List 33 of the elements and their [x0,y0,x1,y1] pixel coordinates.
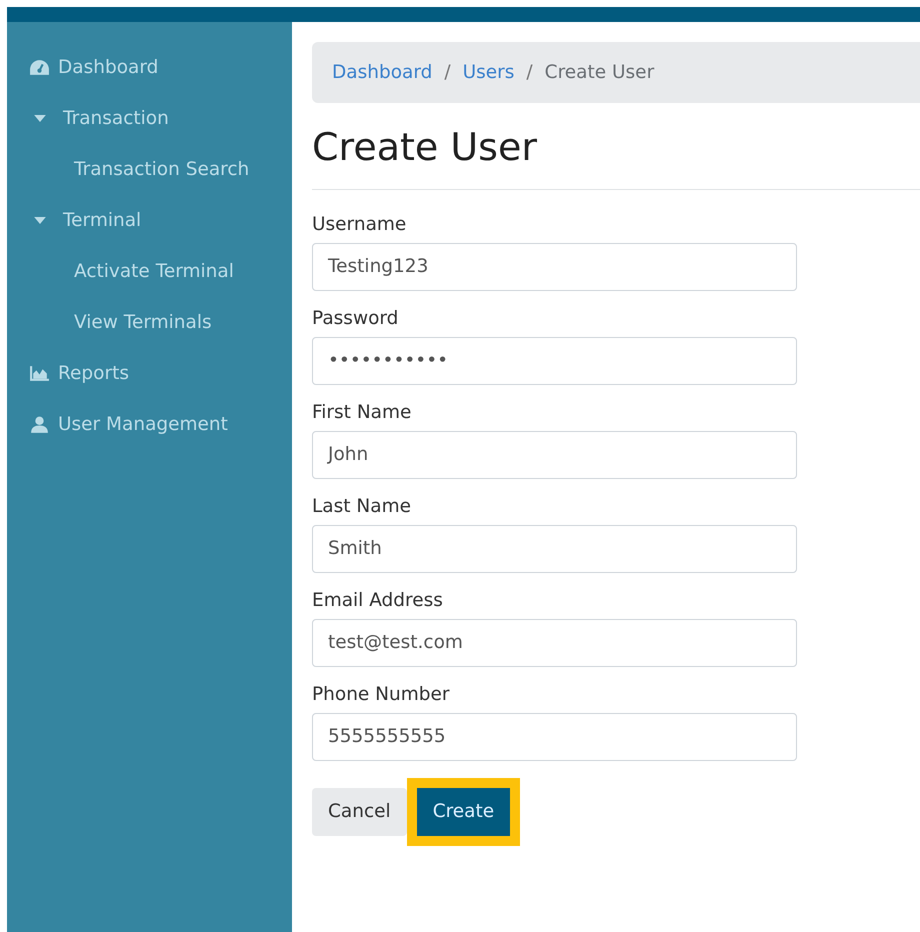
sidebar-subitem[interactable]: Activate Terminal [7,246,292,297]
input-field[interactable]: Smith [312,524,797,573]
field-label: Phone Number [312,684,451,705]
sidebar-subitem[interactable]: Transaction Search [7,144,292,195]
breadcrumb-link[interactable]: Dashboard [332,62,432,83]
form-button[interactable]: Cancel [312,788,407,836]
breadcrumb-separator: / [526,62,533,83]
input-field[interactable]: Testing123 [312,242,797,291]
field-label: Last Name [312,496,412,517]
field-label: Username [312,214,408,235]
sidebar-item[interactable]: Dashboard [7,42,292,93]
sidebar-item[interactable]: Transaction [7,93,292,144]
input-field[interactable]: 5555555555 [312,712,797,761]
field-label: Password [312,308,400,329]
user-icon [29,416,50,433]
sidebar-item[interactable]: Terminal [7,195,292,246]
field-label: Email Address [312,590,444,611]
area-chart-icon [29,365,50,382]
sidebar-item[interactable]: Reports [7,348,292,399]
breadcrumb-link[interactable]: Users [462,62,514,83]
input-field[interactable]: John [312,430,797,479]
field-label: First Name [312,402,412,423]
page-title: Create User [312,127,538,169]
breadcrumb-current: Create User [544,62,654,83]
input-field[interactable]: test@test.com [312,618,797,667]
form-button[interactable]: Create [416,788,510,836]
sidebar-item[interactable]: User Management [7,399,292,450]
input-field[interactable]: ••••••••••• [312,336,797,385]
gauge-icon [29,59,50,76]
caret-icon [34,115,46,122]
caret-icon [34,217,46,224]
sidebar-subitem[interactable]: View Terminals [7,297,292,348]
breadcrumb-separator: / [444,62,451,83]
